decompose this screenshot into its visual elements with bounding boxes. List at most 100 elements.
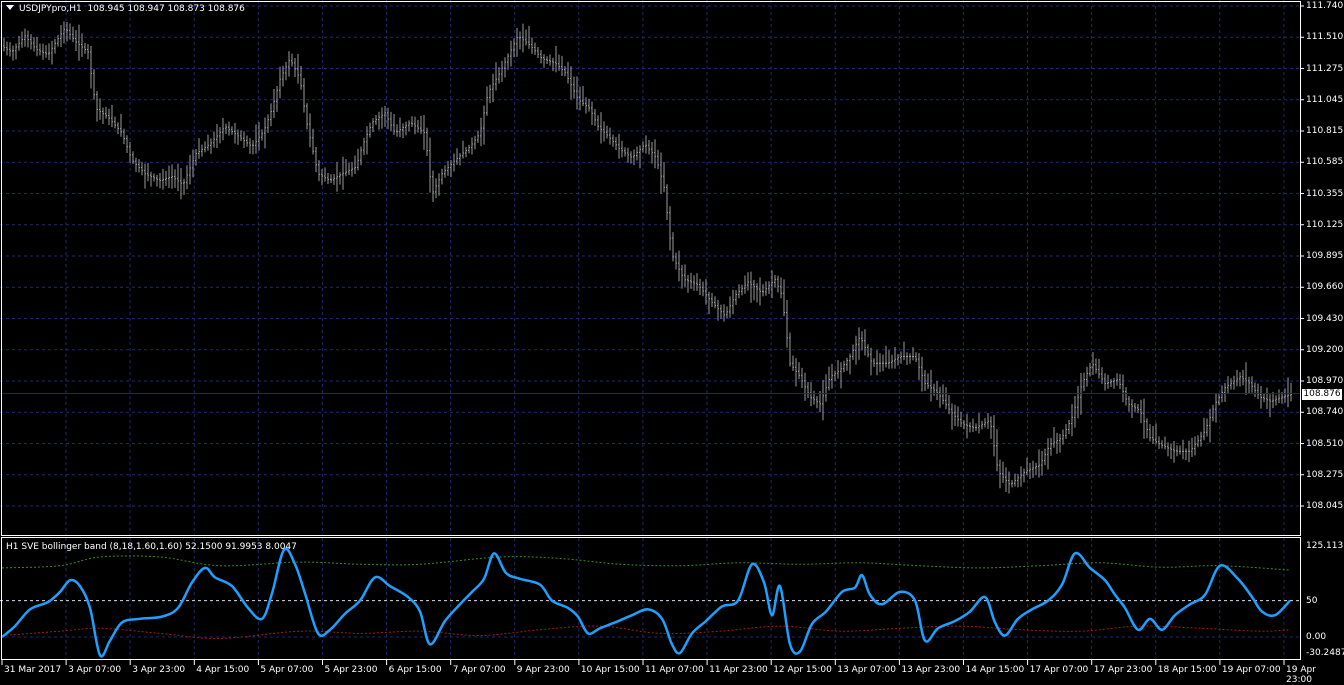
ohlc-bar [606, 125, 608, 139]
ohlc-bar [888, 350, 890, 369]
ohlc-bar [543, 54, 545, 68]
ohlc-bar [1170, 443, 1172, 459]
ohlc-bar [1005, 467, 1007, 493]
ohlc-bar [789, 332, 791, 367]
ohlc-bar [381, 107, 383, 129]
main-pane-frame [1, 1, 1301, 536]
ohlc-bar [1014, 473, 1016, 487]
ohlc-bar [129, 141, 131, 163]
ohlc-bar [36, 36, 38, 57]
ohlc-bar [666, 184, 668, 220]
ohlc-bar [630, 151, 632, 164]
ohlc-bar [159, 172, 161, 189]
ohlc-bar [294, 57, 296, 77]
ohlc-bar [405, 121, 407, 136]
ohlc-bar [885, 345, 887, 368]
ohlc-bar [102, 107, 104, 125]
ohlc-bar [567, 61, 569, 84]
ohlc-bar [237, 129, 239, 145]
ohlc-bar [270, 103, 272, 127]
chart-canvas[interactable] [0, 0, 1344, 682]
ohlc-bar [1140, 399, 1142, 424]
ohlc-bar [1038, 449, 1040, 478]
ohlc-bar [117, 122, 119, 134]
ohlc-bar [198, 138, 200, 159]
ohlc-bar [264, 117, 266, 149]
ohlc-bar [435, 178, 437, 199]
ohlc-bar [1248, 376, 1250, 394]
ohlc-bar [756, 283, 758, 303]
indicator-tick-label: 0.00 [1306, 632, 1327, 642]
price-tick-label: 108.510 [1306, 438, 1344, 449]
ohlc-bar [711, 293, 713, 308]
ohlc-bar [966, 413, 968, 439]
ohlc-bar [891, 354, 893, 369]
ohlc-bar [1164, 436, 1166, 450]
ohlc-bar [693, 275, 695, 291]
ohlc-bar [87, 44, 89, 60]
ohlc-bar [759, 277, 761, 306]
ohlc-bar [867, 344, 869, 358]
ohlc-bar [972, 418, 974, 433]
ohlc-bar [222, 117, 224, 141]
ohlc-bar [33, 37, 35, 52]
price-tick-label: 108.740 [1306, 407, 1344, 418]
ohlc-bar [645, 135, 647, 154]
ohlc-bar [492, 73, 494, 103]
ohlc-bar [333, 174, 335, 185]
indicator-pane-frame [1, 537, 1301, 660]
ohlc-bar [153, 173, 155, 182]
ohlc-bar [1134, 403, 1136, 412]
ohlc-bar [981, 420, 983, 430]
ohlc-bar [726, 306, 728, 319]
ohlc-bar [195, 149, 197, 166]
ohlc-bar [939, 386, 941, 408]
ohlc-bar [90, 45, 92, 89]
ohlc-bar [216, 124, 218, 149]
ohlc-bar [432, 170, 434, 202]
ohlc-bar [1110, 378, 1112, 388]
ohlc-bar [852, 344, 854, 361]
ohlc-bar [1185, 448, 1187, 460]
ohlc-bar [762, 284, 764, 297]
ohlc-bar [564, 66, 566, 77]
ohlc-bar [663, 162, 665, 193]
ohlc-bar [795, 358, 797, 387]
ohlc-bar [150, 171, 152, 187]
dropdown-triangle-icon[interactable] [6, 5, 14, 10]
ohlc-bar [840, 362, 842, 389]
time-tick-label: 9 Apr 23:00 [516, 665, 570, 675]
ohlc-label: 108.945 108.947 108.873 108.876 [87, 4, 245, 14]
ohlc-bar [12, 45, 14, 61]
ohlc-bar [1197, 435, 1199, 448]
ohlc-bar [171, 164, 173, 189]
time-tick-label: 5 Apr 23:00 [324, 665, 378, 675]
indicator-title: H1 SVE bollinger band (8,18,1.60,1.60) 5… [6, 542, 297, 552]
ohlc-bar [828, 366, 830, 391]
ohlc-bar [831, 363, 833, 389]
ohlc-bar [1092, 352, 1094, 375]
ohlc-bar [525, 29, 527, 46]
ohlc-bar [519, 31, 521, 50]
ohlc-bar [1029, 462, 1031, 480]
ohlc-bar [684, 264, 686, 287]
ohlc-bar [1023, 468, 1025, 483]
ohlc-bar [372, 118, 374, 132]
ohlc-bar [60, 24, 62, 48]
ohlc-bar [813, 390, 815, 405]
ohlc-bar [1158, 436, 1160, 449]
ohlc-bar [654, 139, 656, 169]
ohlc-bar [942, 384, 944, 405]
ohlc-bar [1131, 399, 1133, 418]
ohlc-bar [786, 300, 788, 348]
ohlc-bar [1233, 375, 1235, 390]
ohlc-bar [78, 24, 80, 61]
ohlc-bar [417, 119, 419, 133]
ohlc-bar [804, 372, 806, 401]
ohlc-bar [510, 40, 512, 67]
chart-title[interactable]: USDJPYpro,H1 108.945 108.947 108.873 108… [6, 4, 245, 15]
ohlc-bar [906, 352, 908, 365]
ohlc-bar [612, 134, 614, 147]
ohlc-bar [156, 174, 158, 187]
ohlc-bar [351, 161, 353, 177]
